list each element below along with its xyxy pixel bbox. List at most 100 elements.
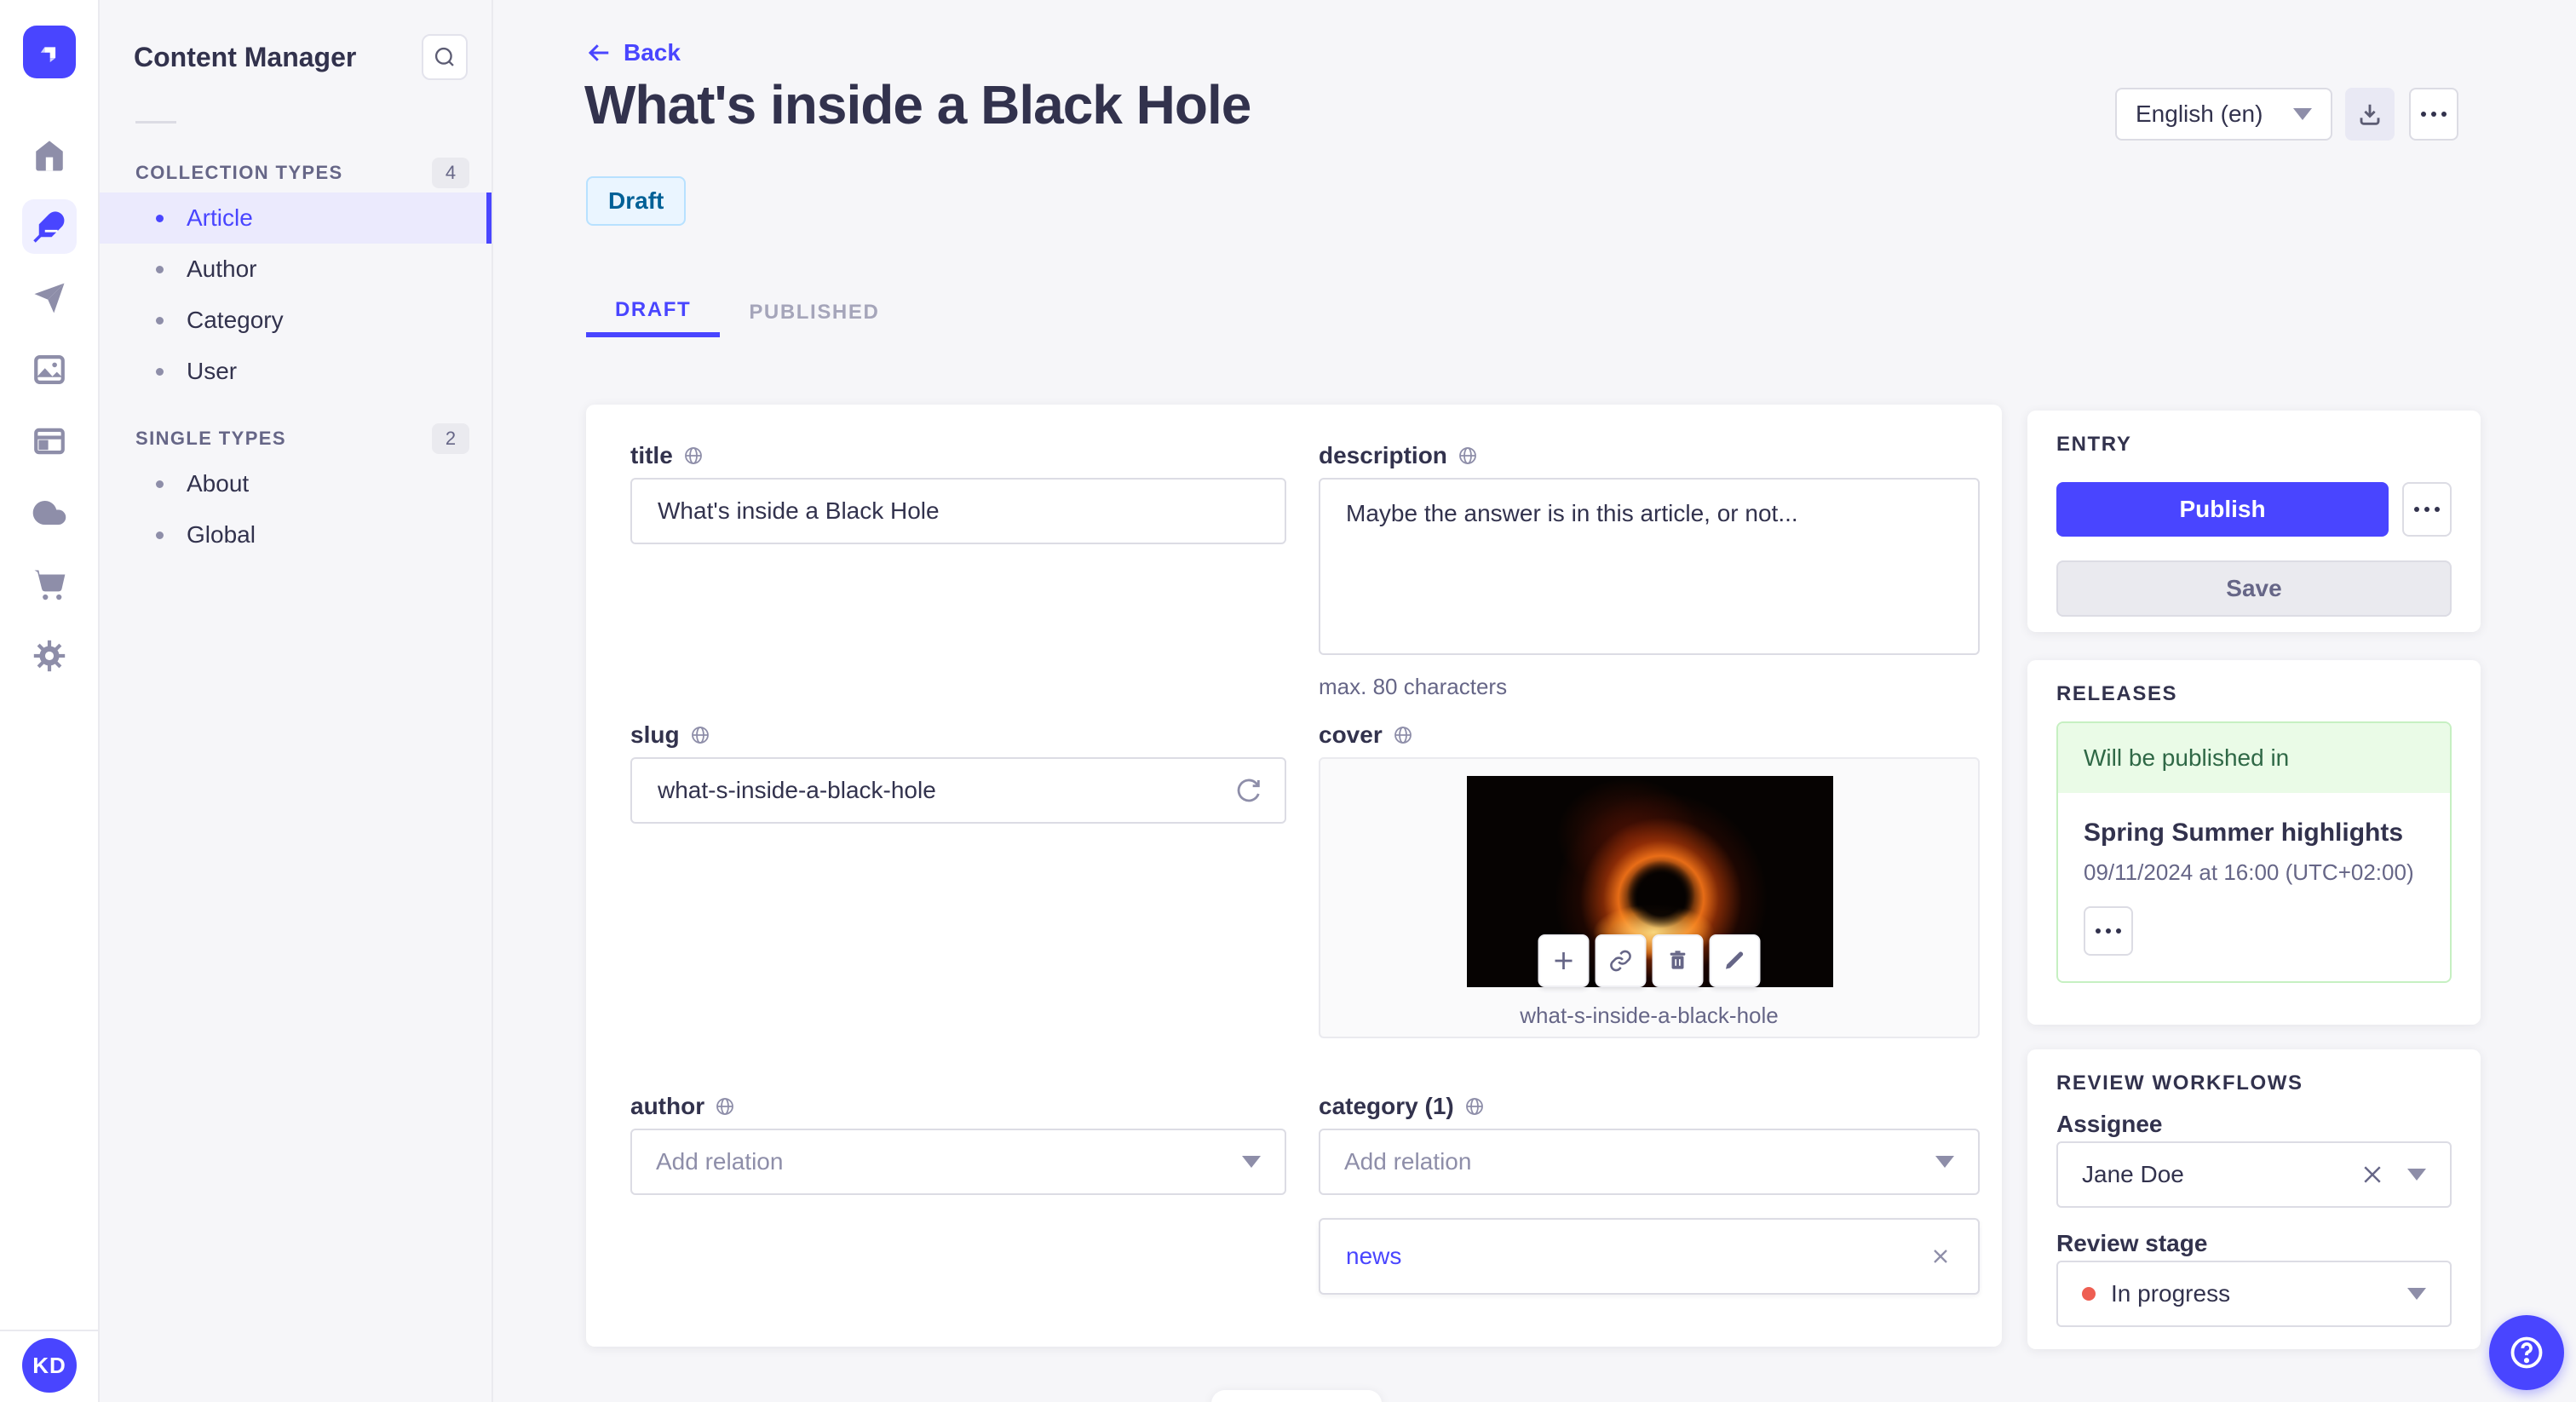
releases-panel: RELEASES Will be published in Spring Sum… (2027, 660, 2481, 1025)
slug-value: what-s-inside-a-black-hole (658, 777, 936, 803)
next-card-peek (1211, 1390, 1382, 1402)
category-field-label: category (1) (1319, 1093, 1485, 1120)
entry-panel-title: ENTRY (2056, 433, 2132, 456)
cover-field-label: cover (1319, 721, 1413, 749)
content-manager-sidebar: Content Manager COLLECTION TYPES 4 Artic… (100, 0, 493, 1402)
field-label-text: category (1) (1319, 1093, 1454, 1119)
chevron-down-icon (2293, 108, 2312, 120)
release-date: 09/11/2024 at 16:00 (UTC+02:00) (2084, 859, 2414, 885)
section-count-badge: 4 (432, 158, 469, 188)
slug-input[interactable]: what-s-inside-a-black-hole (630, 757, 1286, 824)
description-hint: max. 80 characters (1319, 674, 1508, 699)
clear-icon[interactable] (2360, 1162, 2385, 1187)
author-relation-select[interactable]: Add relation (630, 1129, 1286, 1195)
description-field-label: description (1319, 442, 1478, 469)
relation-link[interactable]: news (1346, 1243, 1401, 1270)
bullet-icon (156, 214, 164, 222)
icon-rail-nav (0, 128, 98, 683)
export-button[interactable] (2345, 88, 2395, 141)
review-stage-select[interactable]: In progress (2056, 1261, 2452, 1327)
marketplace-icon[interactable] (22, 557, 77, 612)
content-type-builder-icon[interactable] (22, 414, 77, 468)
copy-link-button[interactable] (1595, 934, 1647, 987)
releases-icon[interactable] (22, 271, 77, 325)
content-manager-icon[interactable] (21, 199, 77, 254)
globe-icon (1394, 727, 1412, 744)
chevron-down-icon (1242, 1156, 1261, 1168)
tab-published[interactable]: PUBLISHED (720, 288, 908, 337)
search-button[interactable] (422, 34, 468, 80)
slug-field-label: slug (630, 721, 710, 749)
add-media-button[interactable] (1538, 934, 1590, 987)
chevron-down-icon (1935, 1156, 1954, 1168)
plus-icon (1555, 952, 1573, 969)
remove-relation-icon[interactable] (1929, 1244, 1952, 1268)
sidebar-item-about[interactable]: About (100, 458, 492, 509)
locale-select[interactable]: English (en) (2115, 88, 2332, 141)
rail-divider (0, 1330, 98, 1331)
entry-panel: ENTRY Publish Save (2027, 411, 2481, 632)
sidebar-item-label: Article (187, 204, 253, 231)
section-collection-types: COLLECTION TYPES 4 (100, 153, 492, 192)
release-more-button[interactable] (2084, 906, 2133, 956)
category-relation-item: news (1319, 1218, 1980, 1295)
bullet-icon (156, 265, 164, 273)
bullet-icon (156, 480, 164, 488)
search-icon (434, 47, 454, 66)
version-tabs: DRAFT PUBLISHED (586, 288, 908, 337)
tab-draft[interactable]: DRAFT (586, 288, 721, 337)
sidebar-item-user[interactable]: User (100, 346, 492, 397)
more-icon (2096, 928, 2121, 934)
entry-more-button[interactable] (2402, 482, 2452, 537)
assignee-select[interactable]: Jane Doe (2056, 1141, 2452, 1208)
bullet-icon (156, 316, 164, 325)
sidebar-item-article[interactable]: Article (100, 192, 492, 244)
regenerate-icon (1237, 779, 1260, 802)
sidebar-item-label: About (187, 470, 250, 497)
media-library-icon[interactable] (22, 342, 77, 397)
field-label-text: author (630, 1093, 705, 1119)
strapi-logo[interactable] (23, 26, 76, 78)
back-arrow-icon (588, 44, 609, 61)
description-textarea[interactable]: Maybe the answer is in this article, or … (1319, 478, 1980, 655)
stage-dot-icon (2082, 1287, 2096, 1301)
releases-panel-title: RELEASES (2056, 682, 2178, 705)
sidebar-item-label: Global (187, 521, 256, 548)
title-field-label: title (630, 442, 704, 469)
sidebar-item-label: Author (187, 256, 257, 282)
section-count-badge: 2 (432, 423, 469, 454)
home-icon[interactable] (22, 128, 77, 182)
cloud-icon[interactable] (22, 486, 77, 540)
user-avatar[interactable]: KD (22, 1338, 77, 1393)
bullet-icon (156, 531, 164, 539)
sidebar-item-label: User (187, 358, 238, 384)
publish-button[interactable]: Publish (2056, 482, 2389, 537)
help-button[interactable] (2489, 1315, 2564, 1390)
assignee-label: Assignee (2056, 1111, 2163, 1137)
title-input[interactable] (630, 478, 1286, 544)
sidebar-item-label: Category (187, 307, 284, 333)
section-label: COLLECTION TYPES (135, 162, 343, 183)
globe-icon (1459, 447, 1476, 464)
review-panel-title: REVIEW WORKFLOWS (2056, 1072, 2303, 1095)
category-relation-select[interactable]: Add relation (1319, 1129, 1980, 1195)
field-label-text: description (1319, 442, 1447, 468)
section-single-types: SINGLE TYPES 2 (100, 419, 492, 458)
bullet-icon (156, 367, 164, 376)
more-icon (2421, 112, 2447, 117)
trash-icon (1670, 951, 1686, 969)
header-more-button[interactable] (2409, 88, 2458, 141)
sidebar-item-author[interactable]: Author (100, 244, 492, 295)
edit-media-button[interactable] (1709, 934, 1761, 987)
globe-icon (691, 727, 709, 744)
back-link[interactable]: Back (586, 39, 681, 66)
save-button[interactable]: Save (2056, 560, 2452, 617)
settings-icon[interactable] (22, 629, 77, 683)
stage-value: In progress (2111, 1280, 2231, 1307)
download-icon (2360, 104, 2380, 125)
sidebar-item-global[interactable]: Global (100, 509, 492, 560)
chevron-down-icon (2407, 1288, 2426, 1300)
cover-filename: what-s-inside-a-black-hole (1520, 1003, 1779, 1028)
sidebar-item-category[interactable]: Category (100, 295, 492, 346)
delete-media-button[interactable] (1652, 934, 1704, 987)
